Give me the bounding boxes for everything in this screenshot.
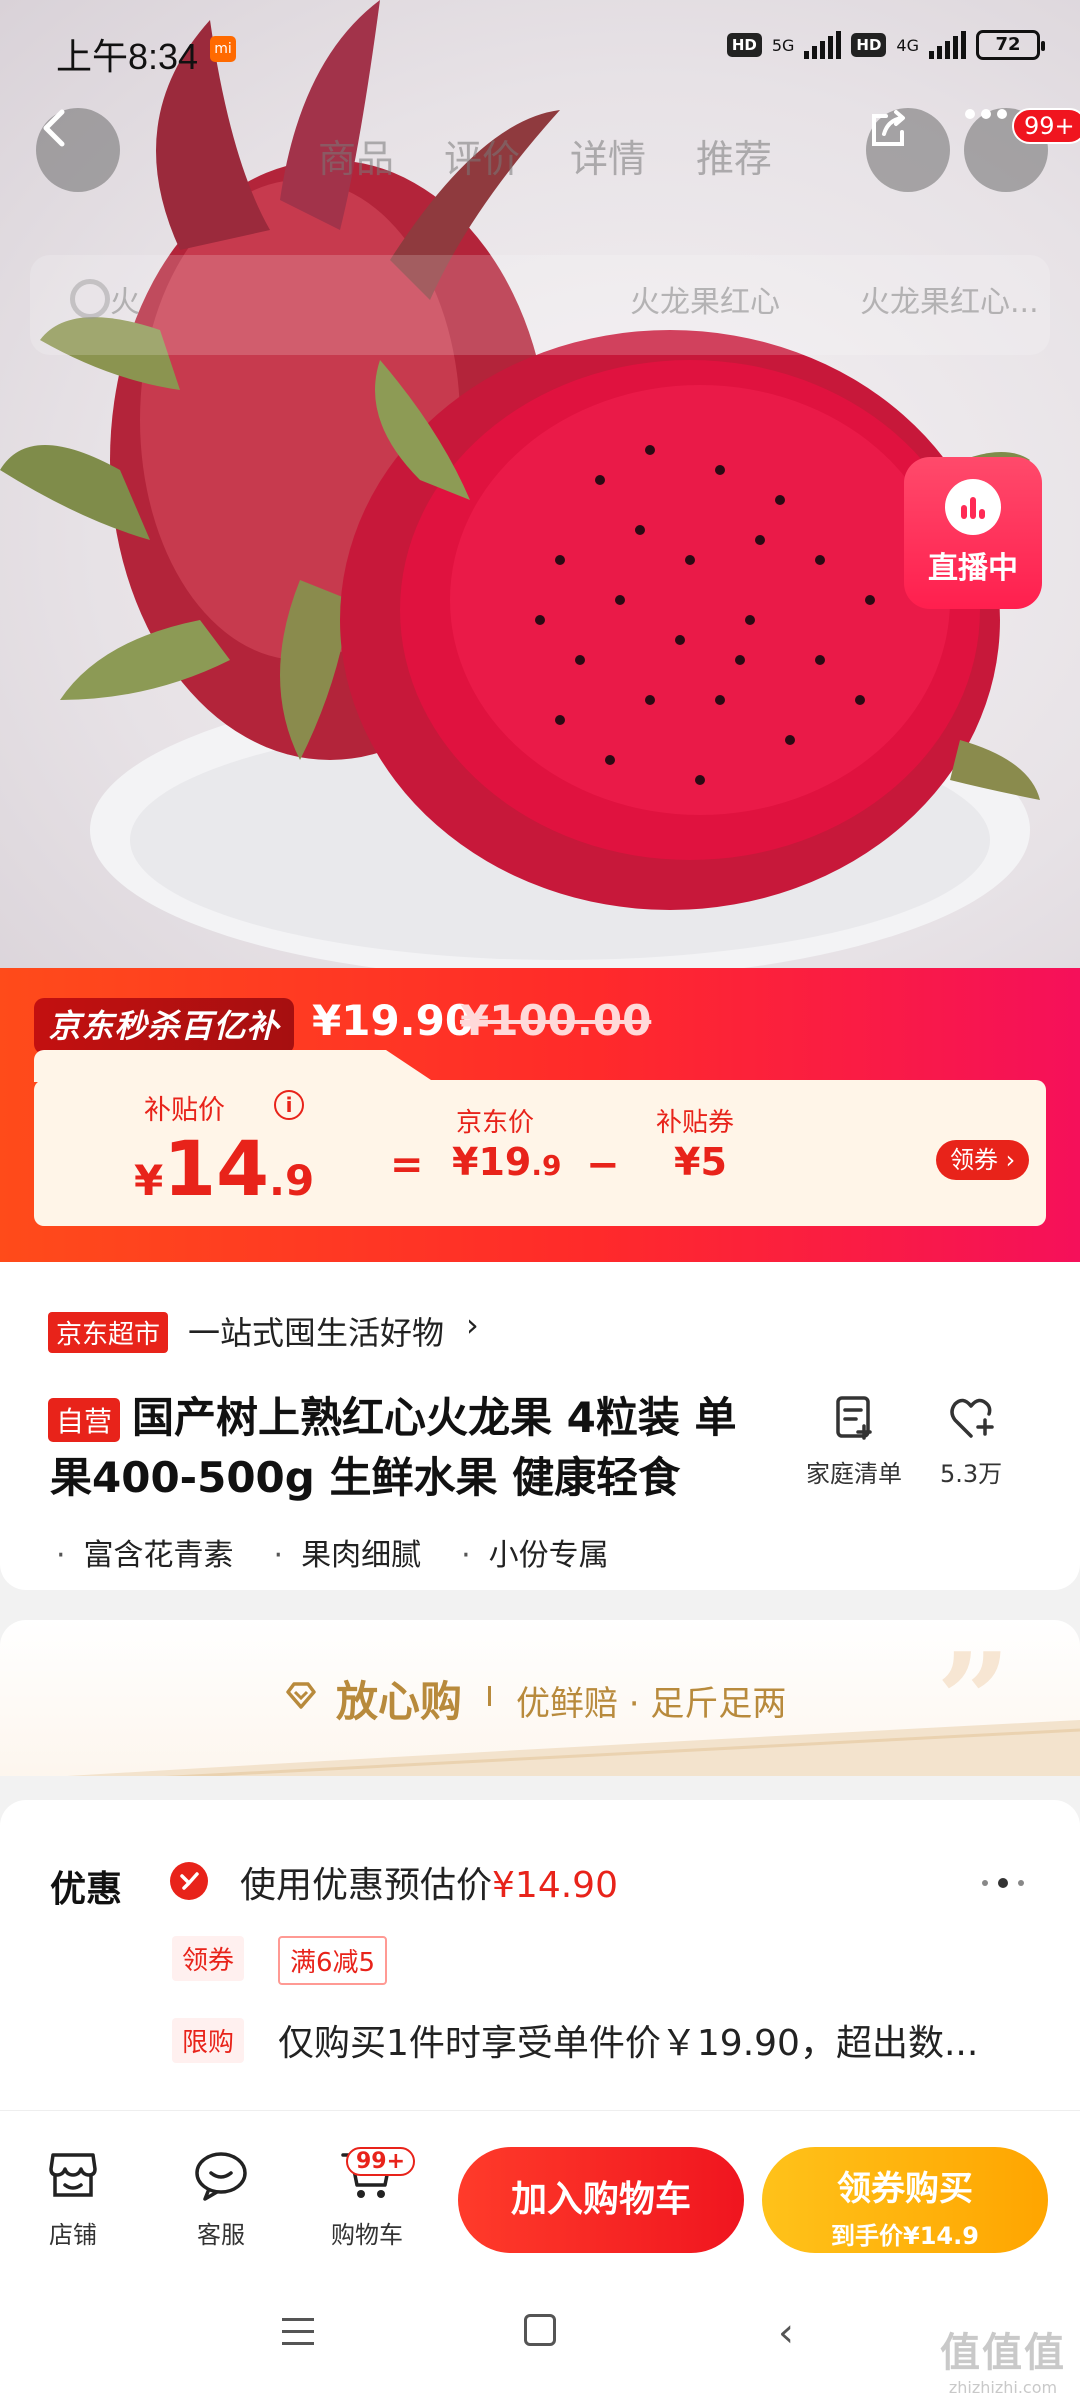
system-back-button[interactable]: ‹ [778, 2310, 794, 2356]
store-slogan[interactable]: 一站式囤生活好物 [188, 1308, 444, 1354]
original-price: ¥100.00 [460, 996, 652, 1045]
minus-sign: − [586, 1142, 620, 1188]
signal-icon [804, 31, 842, 59]
assurance-subtitle: 优鲜赔 · 足斤足两 [516, 1684, 787, 1724]
tab-reviews[interactable]: 评价 [444, 128, 520, 183]
purchase-limit-text: 仅购买1件时享受单件价￥19.90，超出数... [278, 2023, 979, 2064]
favorite-button[interactable]: 5.3万 [940, 1394, 1002, 1489]
seckill-subsidy-tag: 京东秒杀百亿补贴 [34, 998, 294, 1101]
recents-button[interactable] [282, 2318, 314, 2354]
product-page: 上午8:34 mi HD 5G HD 4G 72 商品 评价 详情 推荐 99+… [0, 0, 1080, 2400]
get-coupon-button[interactable]: 领券 › [936, 1140, 1030, 1180]
list-icon [830, 1394, 878, 1442]
search-suggestion-row: 火 火龙果红心 火龙果红心... [30, 255, 1050, 355]
subsidy-price: ¥14.9 [134, 1124, 315, 1213]
network-5g-label: 5G [771, 35, 795, 55]
jd-supermarket-tag[interactable]: 京东超市 [48, 1312, 169, 1353]
buy-button-label: 领券购买 [837, 2169, 973, 2209]
equals-sign: = [390, 1142, 424, 1188]
tab-details[interactable]: 详情 [570, 128, 646, 183]
battery-icon: 72 [976, 30, 1045, 60]
more-dots-icon [965, 109, 1007, 119]
price-banner: 京东秒杀百亿补贴 ¥19.90 ¥100.00 补贴价 i ¥14.9 = 京东… [0, 968, 1080, 1262]
offers-heading: 优惠 [50, 1869, 123, 1910]
jd-price-label: 京东价 [456, 1108, 535, 1138]
search-chip-3[interactable]: 火龙果红心... [860, 277, 1039, 321]
info-icon[interactable]: i [274, 1090, 304, 1120]
customer-service-button[interactable]: 客服 [166, 2149, 276, 2250]
chat-icon [193, 2149, 249, 2201]
signal-icon-2 [929, 31, 966, 59]
cart-label: 购物车 [331, 2221, 403, 2249]
feature-item: 果肉细腻 [274, 1530, 421, 1574]
product-title: 国产树上熟红心火龙果 4粒装 单果400-500g 生鲜水果 健康轻食 [50, 1393, 737, 1502]
service-label: 客服 [197, 2221, 245, 2249]
status-bar: 上午8:34 mi HD 5G HD 4G 72 [0, 0, 1080, 100]
store-icon [45, 2149, 101, 2201]
favorite-count: 5.3万 [940, 1460, 1003, 1488]
search-chip-1[interactable]: 火 [110, 277, 140, 321]
back-button[interactable] [36, 108, 120, 192]
network-4g-label: 4G [896, 35, 919, 55]
carousel-dots [982, 1878, 1024, 1888]
feature-item: 小份专属 [461, 1530, 609, 1574]
watermark: 值值值 zhizhizhi.com [940, 2330, 1066, 2397]
live-icon [945, 479, 1001, 535]
live-stream-button[interactable]: 直播中 [904, 457, 1042, 609]
system-navigation-bar: ‹ [0, 2270, 1080, 2400]
diamond-heart-icon [286, 1682, 316, 1709]
home-button[interactable] [524, 2314, 556, 2346]
coupon-buy-button[interactable]: 领券购买 到手价¥14.9 [762, 2147, 1048, 2253]
assurance-divider [488, 1686, 491, 1706]
chevron-right-icon[interactable]: › [466, 1306, 479, 1344]
subsidy-card[interactable]: 补贴价 i ¥14.9 = 京东价 ¥19.9 − 补贴券 ¥5 领券 › [34, 1080, 1046, 1226]
cart-badge: 99+ [346, 2147, 416, 2176]
jd-price-value: ¥19.9 [452, 1140, 562, 1184]
coupon-tag: 领券 [172, 1936, 245, 1981]
hd-icon-2: HD [851, 33, 887, 57]
decorative-swoosh [67, 1720, 1080, 1776]
final-price-label: 到手价¥14.9 [831, 2222, 979, 2250]
shop-button[interactable]: 店铺 [18, 2149, 128, 2250]
tab-product[interactable]: 商品 [318, 128, 394, 183]
feature-list: 富含花青素 果肉细腻 小份专属 [56, 1530, 609, 1574]
purchase-limit-tag: 限购 [172, 2018, 245, 2063]
search-icon [70, 279, 110, 319]
coupon-value: ¥5 [674, 1140, 727, 1184]
share-button[interactable] [866, 108, 950, 192]
offers-section: 优惠 使用优惠预估价¥14.90 领券 满6减5 限购 仅购买1件时享受单件价￥… [0, 1800, 1080, 2130]
card-notch [34, 1050, 434, 1082]
share-icon [872, 110, 905, 146]
search-chip-2[interactable]: 火龙果红心 [630, 277, 780, 321]
top-tabs: 商品 评价 详情 推荐 [318, 128, 772, 183]
coupon-label: 补贴券 [656, 1108, 735, 1138]
estimate-price-text[interactable]: 使用优惠预估价¥14.90 [240, 1856, 618, 1908]
hd-icon: HD [726, 33, 762, 57]
shop-label: 店铺 [49, 2221, 97, 2249]
product-image[interactable]: 上午8:34 mi HD 5G HD 4G 72 商品 评价 详情 推荐 99+… [0, 0, 1080, 970]
back-arrow-icon [43, 109, 65, 147]
current-price: ¥19.90 [312, 996, 475, 1045]
live-label: 直播中 [928, 551, 1018, 586]
discount-rule-tag[interactable]: 满6减5 [278, 1936, 388, 1985]
add-to-cart-button[interactable]: 加入购物车 [458, 2147, 744, 2253]
tab-recommend[interactable]: 推荐 [696, 128, 772, 183]
feature-item: 富含花青素 [56, 1530, 234, 1574]
subsidy-price-label: 补贴价 [144, 1095, 225, 1126]
mi-notification-icon: mi [210, 36, 236, 62]
family-list-label: 家庭清单 [806, 1460, 902, 1488]
family-list-button[interactable]: 家庭清单 [806, 1394, 902, 1489]
product-info: 京东超市 一站式囤生活好物 › 自营 国产树上熟红心火龙果 4粒装 单果400-… [0, 1262, 1080, 1590]
assurance-banner[interactable]: ” 放心购 优鲜赔 · 足斤足两 [0, 1620, 1080, 1776]
bottom-action-bar: 店铺 客服 购物车 99+ 加入购物车 领券购买 到手价¥14.9 [0, 2110, 1080, 2270]
discount-icon [170, 1862, 208, 1900]
status-icons: HD 5G HD 4G 72 [726, 30, 1045, 60]
heart-icon [947, 1394, 995, 1442]
message-badge: 99+ [1012, 108, 1080, 144]
status-time: 上午8:34 [56, 36, 199, 77]
